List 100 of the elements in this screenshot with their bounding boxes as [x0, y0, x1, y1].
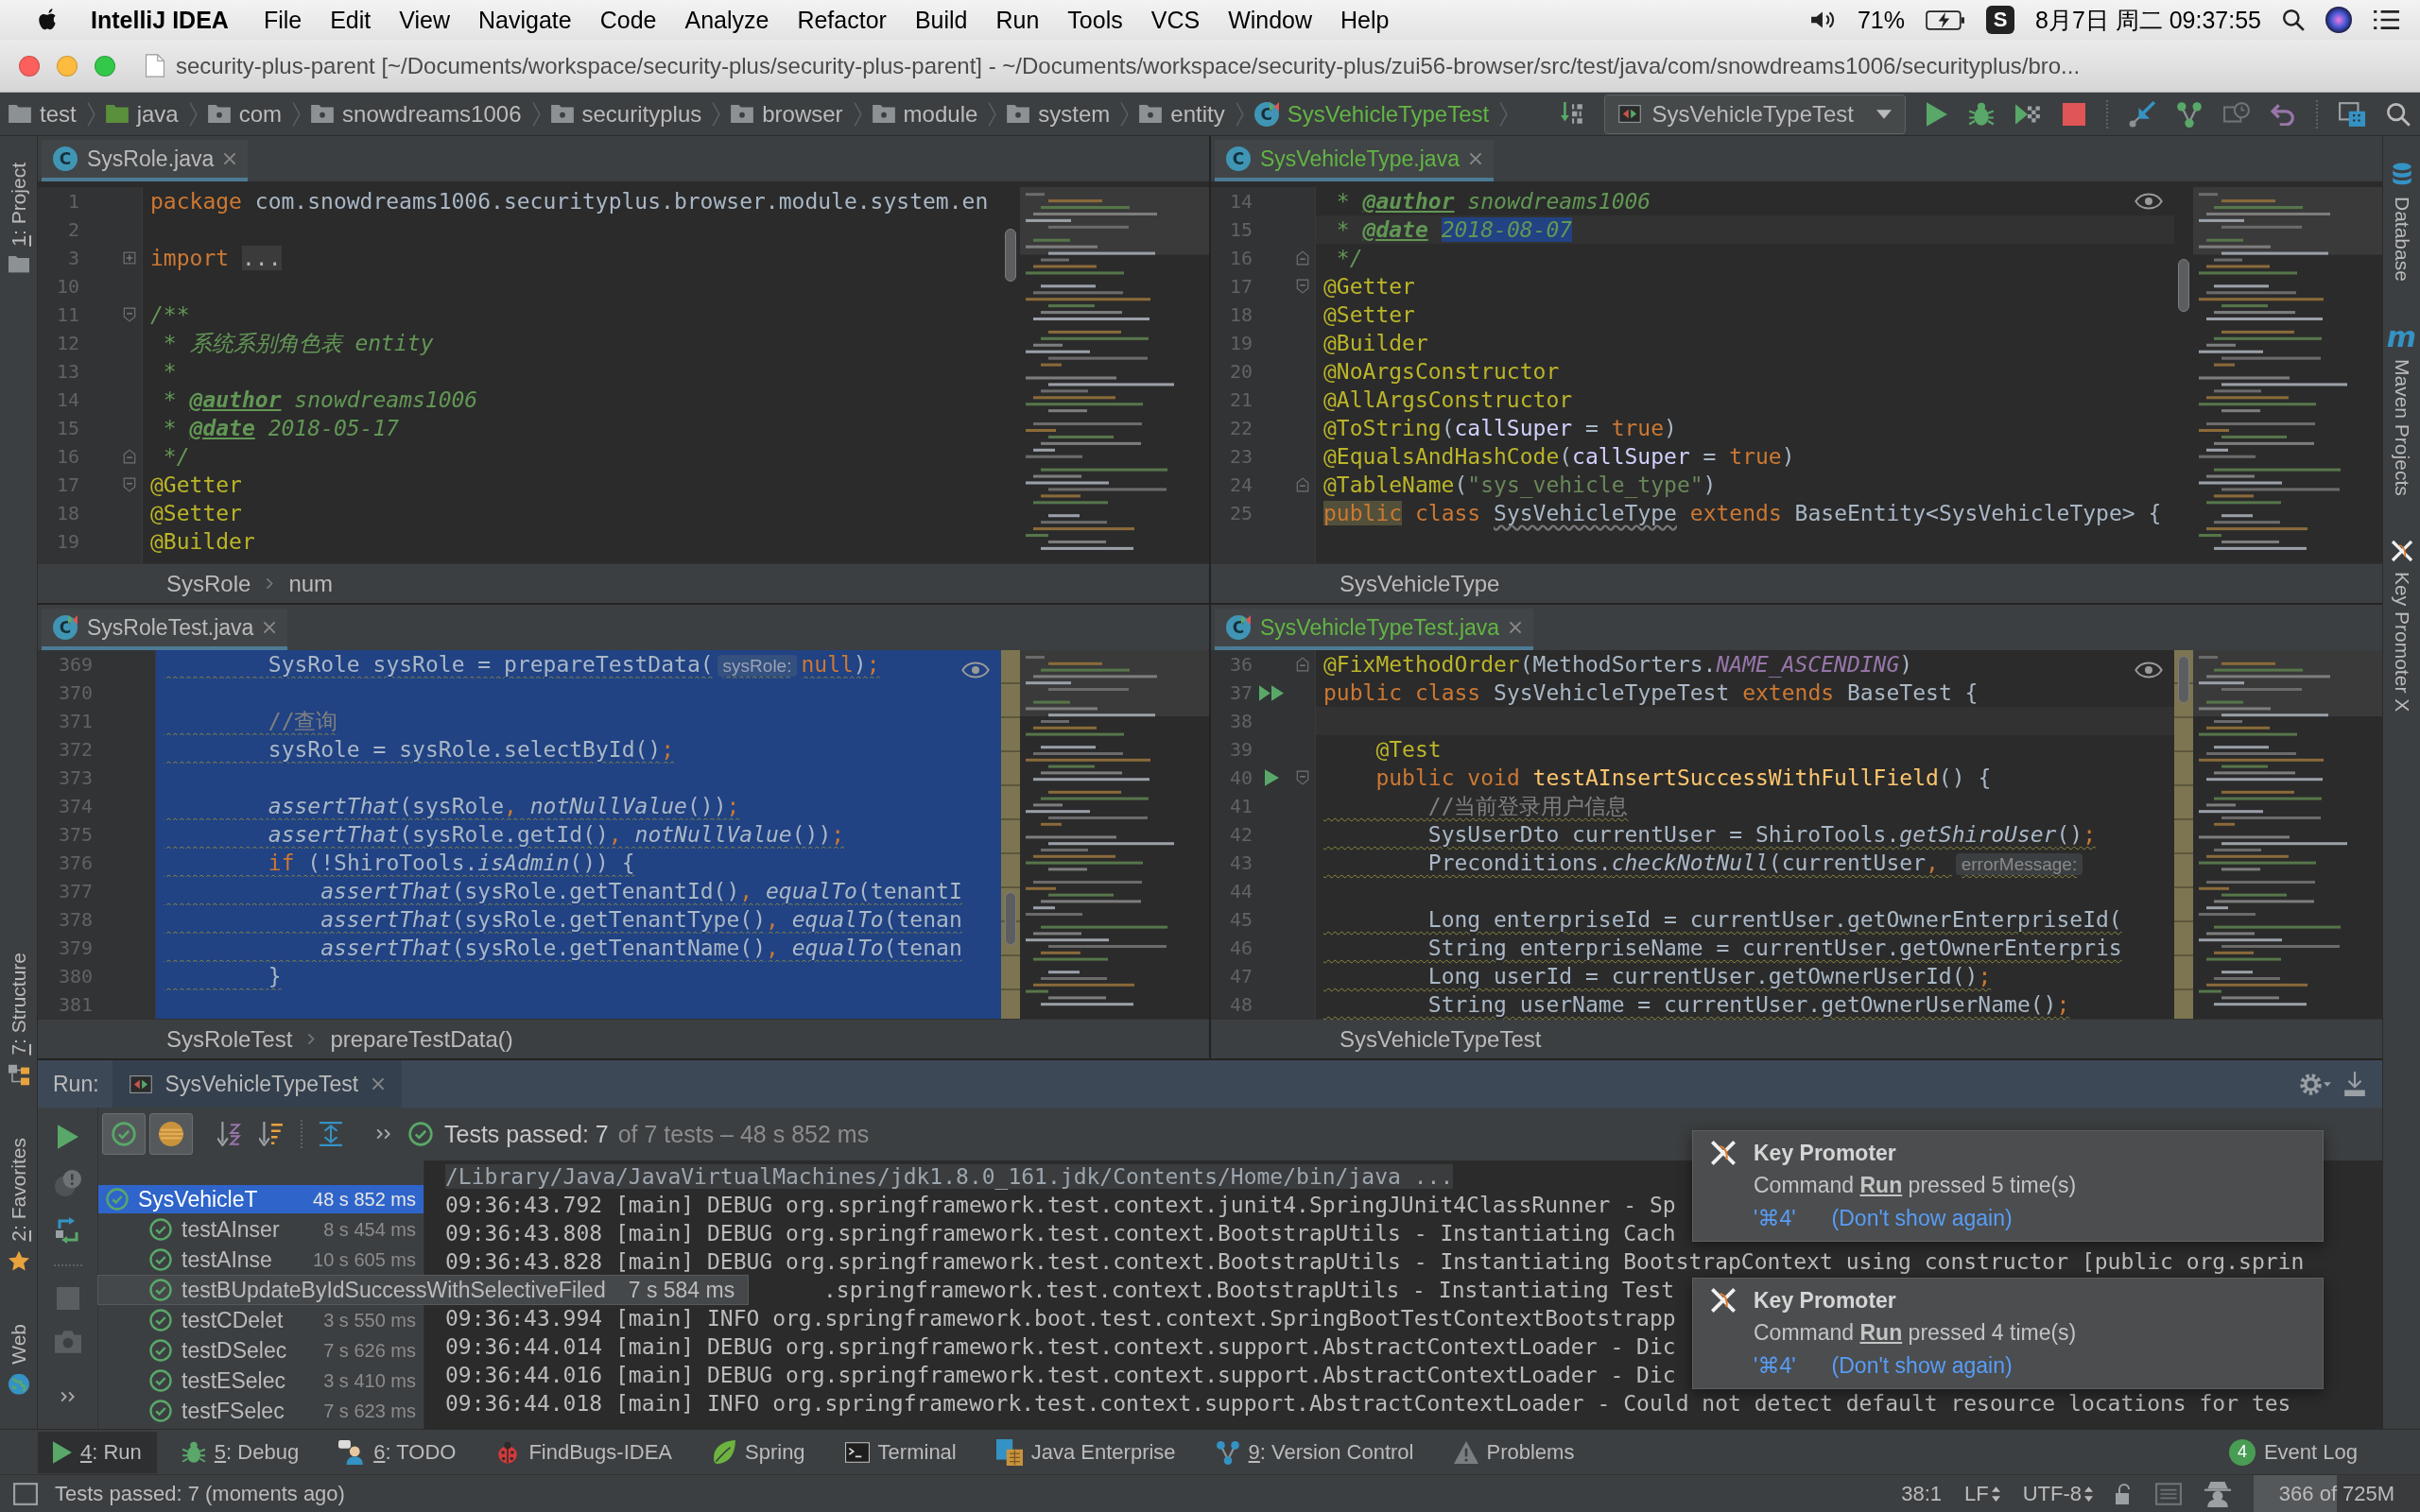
web-tool-button[interactable]: Web [7, 1318, 30, 1400]
eye-icon[interactable] [961, 662, 990, 679]
menu-item[interactable]: VCS [1136, 6, 1215, 34]
app-menu[interactable]: IntelliJ IDEA [59, 6, 250, 34]
collapse-icon[interactable] [1296, 657, 1309, 672]
play-icon[interactable] [1927, 101, 1947, 127]
maven-tool-button[interactable]: m Maven Projects [2386, 318, 2417, 502]
stop-icon[interactable] [2063, 102, 2085, 126]
test-tree-item[interactable]: testDSelec 7 s 626 ms [98, 1336, 424, 1365]
close-icon[interactable] [1468, 152, 1482, 165]
menu-item[interactable]: Build [900, 6, 982, 34]
menu-item[interactable]: File [249, 6, 317, 34]
double-play-icon[interactable] [1259, 684, 1284, 701]
menu-item[interactable]: Window [1214, 6, 1327, 34]
problems-tool-button[interactable]: Problems [1438, 1431, 1590, 1473]
list-icon[interactable] [2373, 9, 2399, 30]
menu-clock[interactable]: 8月7日 周二 09:37:55 [2035, 4, 2261, 36]
breadcrumb-item[interactable]: system [998, 100, 1119, 128]
test-tree-item[interactable]: testCDelet 3 s 550 ms [98, 1306, 424, 1334]
test-tree-item[interactable]: testFSelec 7 s 623 ms [98, 1397, 424, 1425]
menu-item[interactable]: Code [585, 6, 671, 34]
scrollbar-thumb[interactable] [2178, 656, 2189, 703]
version-control-tool-button[interactable]: 9: Version Control [1200, 1431, 1429, 1473]
breadcrumb-item[interactable]: num [288, 570, 334, 597]
editor-tab[interactable]: C SysRole.java [42, 140, 249, 181]
breadcrumb-item[interactable]: snowdreams1006 [302, 100, 530, 128]
dont-show-again-link[interactable]: (Don't show again) [1831, 1205, 2013, 1231]
collapse-icon[interactable] [1296, 770, 1309, 785]
line-separator-button[interactable]: LF [1964, 1481, 2000, 1506]
structure-tool-button[interactable]: 7: Structure [7, 946, 30, 1091]
shortcut-link[interactable]: '⌘4' [1754, 1352, 1796, 1379]
breadcrumb-item[interactable]: prepareTestData() [330, 1025, 513, 1053]
breadcrumb-item[interactable]: com [199, 100, 291, 128]
collapse-icon[interactable] [123, 307, 136, 322]
menu-item[interactable]: Analyze [670, 6, 784, 34]
square-icon[interactable] [13, 1482, 38, 1505]
bug-icon[interactable] [1968, 100, 1995, 128]
encoding-button[interactable]: UTF-8 [2022, 1481, 2093, 1506]
breadcrumb-item[interactable]: SysVehicleType [1340, 570, 1500, 597]
close-icon[interactable] [372, 1077, 386, 1091]
close-icon[interactable] [223, 152, 237, 165]
collapse-icon[interactable] [1296, 279, 1309, 294]
cycle-arrows-icon[interactable] [55, 1217, 80, 1244]
lock-icon[interactable] [2116, 1483, 2133, 1504]
gear-icon[interactable] [2299, 1071, 2331, 1097]
breadcrumb-item[interactable]: module [863, 100, 987, 128]
findbugs-tool-button[interactable]: FindBugs-IDEA [480, 1431, 687, 1473]
test-tree-item[interactable]: testAInse 10 s 605 ms [98, 1246, 424, 1274]
dont-show-again-link[interactable]: (Don't show again) [1831, 1352, 2013, 1379]
branch-icon[interactable] [2176, 100, 2203, 128]
filter-toggle[interactable] [102, 1113, 146, 1155]
arrow-bits-icon[interactable] [1560, 101, 1583, 127]
breadcrumb-item[interactable]: SysRole [166, 570, 251, 597]
editor-tab[interactable]: C SysVehicleType.java [1215, 140, 1494, 181]
menu-item[interactable]: Help [1326, 6, 1404, 34]
collapse-icon[interactable] [1296, 250, 1309, 266]
eye-icon[interactable] [2135, 193, 2163, 210]
database-tool-button[interactable]: Database [2390, 157, 2413, 287]
favorites-tool-button[interactable]: 2: Favorites [7, 1132, 30, 1278]
expand-arrows-icon[interactable] [320, 1122, 342, 1146]
expand-icon[interactable] [123, 251, 136, 265]
speaker-icon[interactable] [1809, 9, 1837, 30]
test-tree-item[interactable]: testESelec 3 s 410 ms [98, 1366, 424, 1395]
run-config-dropdown[interactable]: SysVehicleTypeTest [1603, 94, 1906, 134]
letter-tile-icon[interactable]: S [1986, 6, 2014, 34]
menu-item[interactable]: Navigate [464, 6, 586, 34]
orb-icon[interactable] [2325, 7, 2352, 33]
grid-window-icon[interactable] [2339, 101, 2365, 127]
test-tree-item[interactable]: testBUpdateByIdSuccessWithSelectiveFiled 7 s 584 ms [98, 1276, 749, 1304]
menu-item[interactable]: Run [981, 6, 1054, 34]
breadcrumb-item[interactable]: java [96, 100, 187, 128]
memory-indicator[interactable]: 366 of 725M [2254, 1475, 2420, 1512]
sort-lines-icon[interactable] [259, 1122, 284, 1146]
breadcrumb-item[interactable]: securityplus [542, 100, 711, 128]
menu-item[interactable]: Edit [316, 6, 386, 34]
spring-tool-button[interactable]: Spring [697, 1431, 821, 1473]
test-tree-item[interactable]: SysVehicleT 48 s 852 ms [98, 1185, 424, 1213]
breadcrumb-item[interactable]: test [0, 100, 85, 128]
hat-person-icon[interactable] [2204, 1480, 2231, 1507]
double-chevron-icon[interactable] [60, 1391, 76, 1402]
key-promoter-tool-button[interactable]: Key Promoter X [2390, 533, 2413, 717]
breadcrumb-item[interactable]: SysRoleTest [166, 1025, 293, 1053]
close-icon[interactable] [263, 621, 277, 634]
branch-arrow-icon[interactable] [2129, 100, 2155, 128]
menu-item[interactable]: View [385, 6, 464, 34]
circle-exclamation-icon[interactable] [54, 1170, 81, 1196]
project-tool-button[interactable]: 1: Project [7, 157, 30, 279]
document-lines-icon[interactable] [2155, 1482, 2182, 1505]
battery-percent[interactable]: 71% [1857, 6, 1905, 34]
test-tree-item[interactable]: testAInser 8 s 454 ms [98, 1215, 424, 1244]
battery-icon[interactable] [1926, 9, 1965, 30]
event-log-button[interactable]: 4 Event Log [2213, 1431, 2373, 1473]
search-icon[interactable] [2282, 9, 2305, 31]
run-tab[interactable]: SysVehicleTypeTest [112, 1060, 403, 1108]
run-tool-button[interactable]: 4: Run [38, 1431, 157, 1473]
play-icon[interactable] [1264, 769, 1279, 786]
java-enterprise-tool-button[interactable]: Java Enterprise [980, 1431, 1191, 1473]
todo-tool-button[interactable]: 6: TODO [323, 1431, 472, 1473]
play-icon[interactable] [57, 1125, 78, 1149]
arrow-to-line-icon[interactable] [2344, 1072, 2365, 1096]
